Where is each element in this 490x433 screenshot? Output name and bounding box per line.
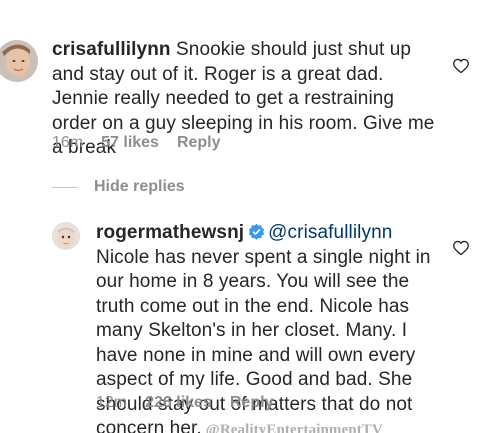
likes-count[interactable]: 226 likes — [145, 394, 212, 412]
reply-button[interactable]: Reply — [230, 394, 274, 412]
comment-meta: 16m 57 likes Reply — [52, 134, 221, 152]
timestamp: 16m — [52, 134, 84, 151]
hide-replies-toggle[interactable]: Hide replies — [52, 178, 185, 196]
reply-button[interactable]: Reply — [177, 134, 221, 152]
watermark: @RealityEntertainmentTV — [205, 422, 383, 433]
heart-outline-icon[interactable] — [452, 240, 470, 256]
username[interactable]: crisafullilynn — [52, 39, 171, 60]
mention-link[interactable]: @crisafullilynn — [268, 222, 392, 243]
heart-outline-icon[interactable] — [452, 58, 470, 74]
verified-badge-icon — [248, 223, 265, 240]
avatar[interactable] — [52, 222, 80, 250]
timestamp: 12m — [96, 394, 128, 411]
hide-replies-label: Hide replies — [94, 178, 185, 195]
username[interactable]: rogermathewsnj — [96, 222, 244, 243]
avatar[interactable] — [0, 40, 38, 82]
divider-line — [52, 186, 78, 188]
profile-photo-woman-icon — [0, 40, 38, 82]
comment-meta: 12m 226 likes Reply — [96, 394, 273, 412]
profile-photo-baby-icon — [52, 222, 80, 250]
likes-count[interactable]: 57 likes — [101, 134, 159, 152]
